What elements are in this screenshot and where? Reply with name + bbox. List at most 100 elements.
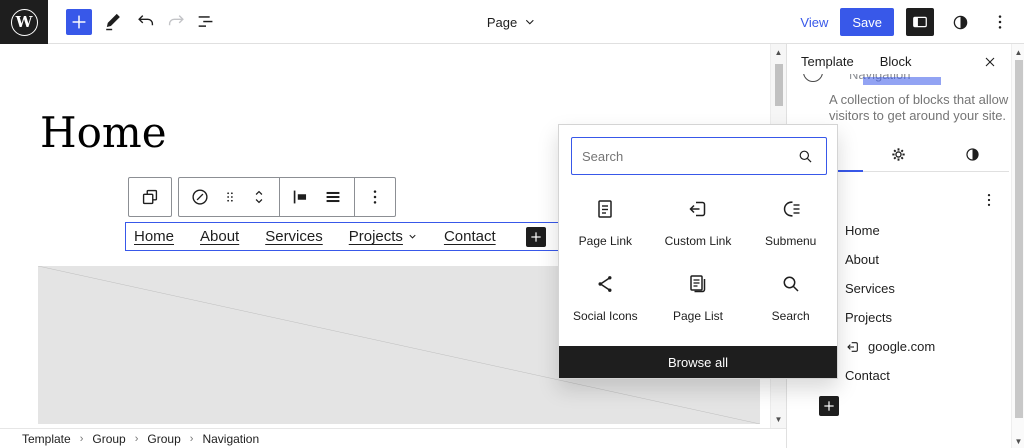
menu-item-about[interactable]: About [845,245,1004,274]
block-mover-buttons[interactable] [249,186,269,208]
document-switcher[interactable]: Page [487,0,537,44]
sidebar-tabs: Template Block [801,48,912,74]
scroll-down-icon[interactable]: ▼ [771,415,786,424]
add-nav-item-button[interactable] [526,227,546,247]
sidebar-panel-icon [910,12,930,32]
sidebar-scrollbar-thumb[interactable] [1015,60,1023,418]
quick-inserter-popup: Page Link Custom Link Submenu Social Ico… [558,124,838,379]
chevron-right-icon: › [190,433,194,445]
redo-icon [165,11,187,33]
menu-options-button[interactable] [977,188,1001,212]
social-icons-icon [593,272,617,296]
chevron-down-icon [523,15,537,29]
undo-button[interactable] [130,6,162,38]
select-parent-block-button[interactable] [139,186,161,208]
menu-item-contact[interactable]: Contact [845,361,1004,390]
menu-display-button[interactable] [322,186,344,208]
submenu-icon [779,197,803,221]
more-vertical-icon [365,187,385,207]
subtab-styles[interactable] [935,138,1009,171]
styles-half-circle-icon [950,12,971,33]
block-inserter-button[interactable] [66,9,92,35]
tab-block[interactable]: Block [880,54,912,69]
nav-link-about[interactable]: About [200,228,239,245]
tab-template[interactable]: Template [801,54,854,69]
custom-link-icon [845,339,861,355]
edit-tool-button[interactable] [98,6,130,38]
document-type-label: Page [487,15,517,30]
navigation-block-icon [189,186,211,208]
wordpress-logo-icon: W [11,9,38,36]
plus-icon [68,11,90,33]
add-menu-item-button[interactable] [819,396,839,416]
block-card: Navigation [801,74,1004,86]
chevron-right-icon: › [135,433,139,445]
justify-left-icon [290,186,312,208]
wordpress-logo[interactable]: W [0,0,48,44]
canvas-scrollbar-thumb[interactable] [775,64,783,106]
plus-icon [821,398,837,414]
block-results-grid: Page Link Custom Link Submenu Social Ico… [559,183,837,333]
block-type-submenu[interactable]: Submenu [744,183,837,258]
subtab-settings[interactable] [861,138,935,171]
nav-link-projects[interactable]: Projects [349,228,418,245]
scroll-up-icon[interactable]: ▲ [771,48,786,57]
block-type-page-list[interactable]: Page List [652,258,745,333]
breadcrumb-template[interactable]: Template [22,432,71,446]
block-title-selection [863,77,941,85]
list-view-icon [195,11,217,33]
nav-link-contact[interactable]: Contact [444,228,496,245]
scroll-down-icon[interactable]: ▼ [1012,437,1024,446]
custom-link-icon [686,197,710,221]
block-options-button[interactable] [365,187,385,207]
more-vertical-icon [990,12,1010,32]
menu-item-services[interactable]: Services [845,274,1004,303]
page-title[interactable]: Home [40,108,167,157]
styles-button[interactable] [946,8,974,36]
breadcrumb: Template › Group › Group › Navigation [0,428,786,448]
browse-all-button[interactable]: Browse all [559,346,837,378]
block-description: A collection of blocks that allow visito… [829,92,1015,123]
save-button[interactable]: Save [840,8,894,36]
more-vertical-icon [980,191,998,209]
page-link-icon [593,197,617,221]
parent-block-icon [139,186,161,208]
menu-item-google[interactable]: google.com [845,332,1004,361]
move-up-down-icon [249,186,269,208]
search-icon [796,147,815,166]
navigation-block-type-button[interactable] [189,186,211,208]
drag-handle[interactable] [221,188,239,206]
close-sidebar-button[interactable] [980,52,1000,72]
menu-bars-icon [322,186,344,208]
page-list-icon [686,272,710,296]
settings-sidebar-toggle[interactable] [906,8,934,36]
plus-icon [528,229,544,245]
close-icon [982,54,998,70]
breadcrumb-navigation-current: Navigation [202,432,259,446]
navigation-block-icon [803,74,823,82]
block-type-social-icons[interactable]: Social Icons [559,258,652,333]
redo-button[interactable] [160,6,192,38]
justify-items-button[interactable] [290,186,312,208]
list-view-button[interactable] [190,6,222,38]
breadcrumb-group-1[interactable]: Group [92,432,125,446]
undo-icon [135,11,157,33]
view-button[interactable]: View [800,15,828,30]
submenu-chevron-icon [407,231,418,242]
topbar-actions: View Save [800,0,1014,44]
block-search-input[interactable] [571,137,827,175]
block-type-search[interactable]: Search [744,258,837,333]
pencil-icon [103,11,125,33]
sidebar-scrollbar[interactable]: ▲ ▼ [1011,44,1024,448]
scroll-up-icon[interactable]: ▲ [1012,48,1024,57]
nav-link-services[interactable]: Services [265,228,323,245]
options-menu-button[interactable] [986,8,1014,36]
menu-item-projects[interactable]: Projects [845,303,1004,332]
search-icon [779,272,803,296]
block-type-page-link[interactable]: Page Link [559,183,652,258]
block-type-custom-link[interactable]: Custom Link [652,183,745,258]
menu-item-home[interactable]: Home [845,216,1004,245]
gear-icon [889,145,908,164]
breadcrumb-group-2[interactable]: Group [147,432,180,446]
nav-link-home[interactable]: Home [134,228,174,245]
